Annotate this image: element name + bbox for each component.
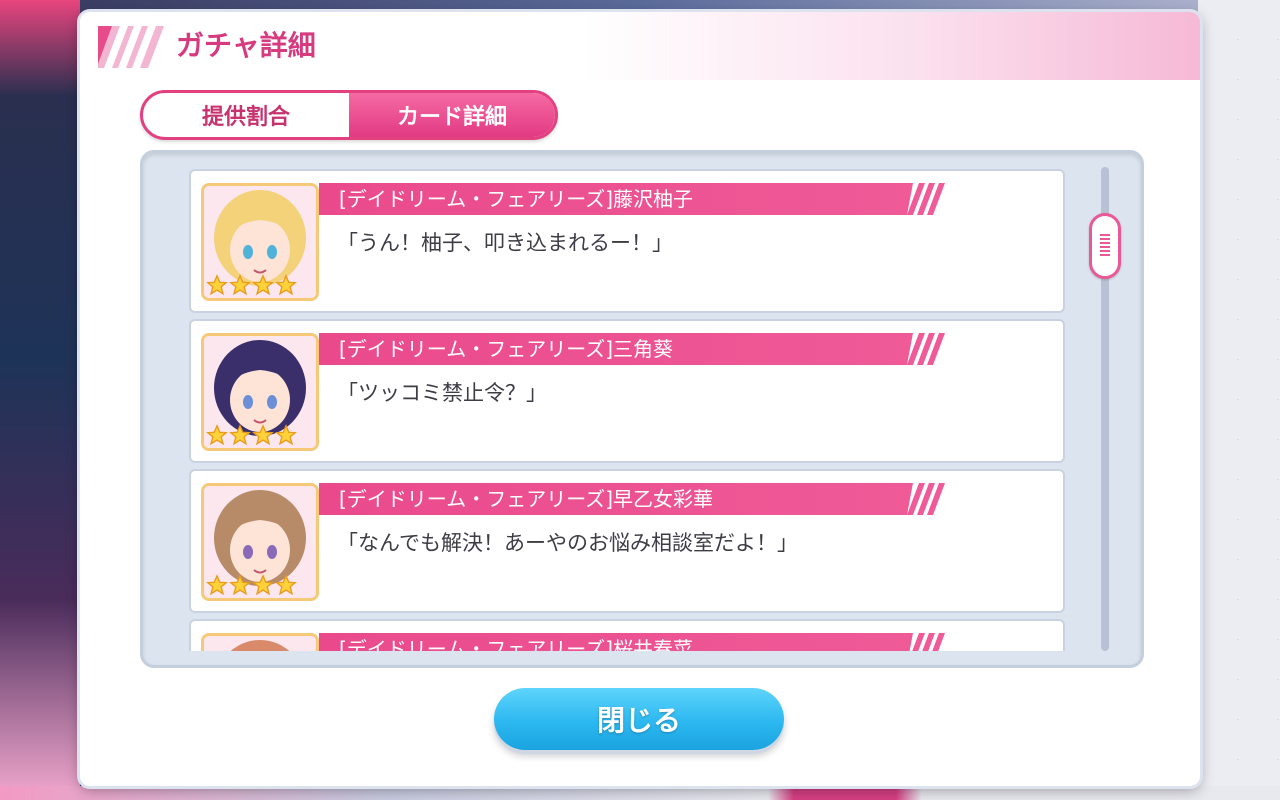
rarity-stars xyxy=(206,274,297,296)
tab-bar: 提供割合 カード詳細 xyxy=(140,90,558,140)
card-quote: 「うん！柚子、叩き込まれるー！」 xyxy=(337,231,673,255)
list-item[interactable]: [デイドリーム・フェアリーズ]三角葵 「ツッコミ禁止令？」 xyxy=(189,319,1065,463)
rarity-stars xyxy=(206,424,297,446)
card-list[interactable]: [デイドリーム・フェアリーズ]藤沢柚子 「うん！柚子、叩き込まれるー！」 [デイ… xyxy=(189,167,1069,651)
dialog-title: ガチャ詳細 xyxy=(176,29,316,62)
list-item[interactable]: [デイドリーム・フェアリーズ]早乙女彩華 「なんでも解決！あーやのお悩み相談室だ… xyxy=(189,469,1065,613)
header-stripes-icon xyxy=(98,26,164,68)
card-quote: 「なんでも解決！あーやのお悩み相談室だよ！」 xyxy=(337,531,798,555)
character-portrait-icon xyxy=(204,636,316,651)
dialog-header: ガチャ詳細 xyxy=(80,12,1200,80)
character-thumbnail xyxy=(201,333,319,451)
card-name: [デイドリーム・フェアリーズ]早乙女彩華 xyxy=(319,483,945,515)
star-icon xyxy=(229,574,251,596)
card-quote: 「ツッコミ禁止令？」 xyxy=(337,381,547,405)
namebar-stripes-icon xyxy=(907,333,947,365)
tab-card-details[interactable]: カード詳細 xyxy=(349,93,555,137)
star-icon xyxy=(275,274,297,296)
character-thumbnail xyxy=(201,183,319,301)
card-name: [デイドリーム・フェアリーズ]桜井春菜 xyxy=(319,633,945,651)
star-icon xyxy=(206,424,228,446)
grip-icon xyxy=(1100,234,1110,258)
star-icon xyxy=(229,274,251,296)
star-icon xyxy=(275,574,297,596)
background-scene-top xyxy=(80,0,1198,12)
star-icon xyxy=(206,274,228,296)
namebar-stripes-icon xyxy=(907,183,947,215)
background-scene-left xyxy=(0,0,80,800)
character-thumbnail xyxy=(201,483,319,601)
scrollbar-thumb[interactable] xyxy=(1089,213,1121,279)
card-list-inner: [デイドリーム・フェアリーズ]藤沢柚子 「うん！柚子、叩き込まれるー！」 [デイ… xyxy=(189,167,1069,651)
star-icon xyxy=(252,574,274,596)
list-item[interactable]: [デイドリーム・フェアリーズ]藤沢柚子 「うん！柚子、叩き込まれるー！」 xyxy=(189,169,1065,313)
close-button[interactable]: 閉じる xyxy=(494,688,784,750)
star-icon xyxy=(229,424,251,446)
card-name: [デイドリーム・フェアリーズ]三角葵 xyxy=(319,333,945,365)
rarity-stars xyxy=(206,574,297,596)
background-scene-right xyxy=(1198,0,1280,800)
star-icon xyxy=(275,424,297,446)
character-thumbnail xyxy=(201,633,319,651)
card-list-panel[interactable]: [デイドリーム・フェアリーズ]藤沢柚子 「うん！柚子、叩き込まれるー！」 [デイ… xyxy=(140,150,1144,668)
background-scene-bottom xyxy=(0,786,1280,800)
star-icon xyxy=(252,274,274,296)
tab-rates[interactable]: 提供割合 xyxy=(143,93,349,137)
gacha-detail-dialog: ガチャ詳細 提供割合 カード詳細 [デイドリーム・フェアリーズ]藤沢柚子 「うん… xyxy=(80,12,1200,786)
star-icon xyxy=(206,574,228,596)
star-icon xyxy=(252,424,274,446)
namebar-stripes-icon xyxy=(907,633,947,651)
list-item[interactable]: [デイドリーム・フェアリーズ]桜井春菜 xyxy=(189,619,1065,651)
namebar-stripes-icon xyxy=(907,483,947,515)
card-name: [デイドリーム・フェアリーズ]藤沢柚子 xyxy=(319,183,945,215)
